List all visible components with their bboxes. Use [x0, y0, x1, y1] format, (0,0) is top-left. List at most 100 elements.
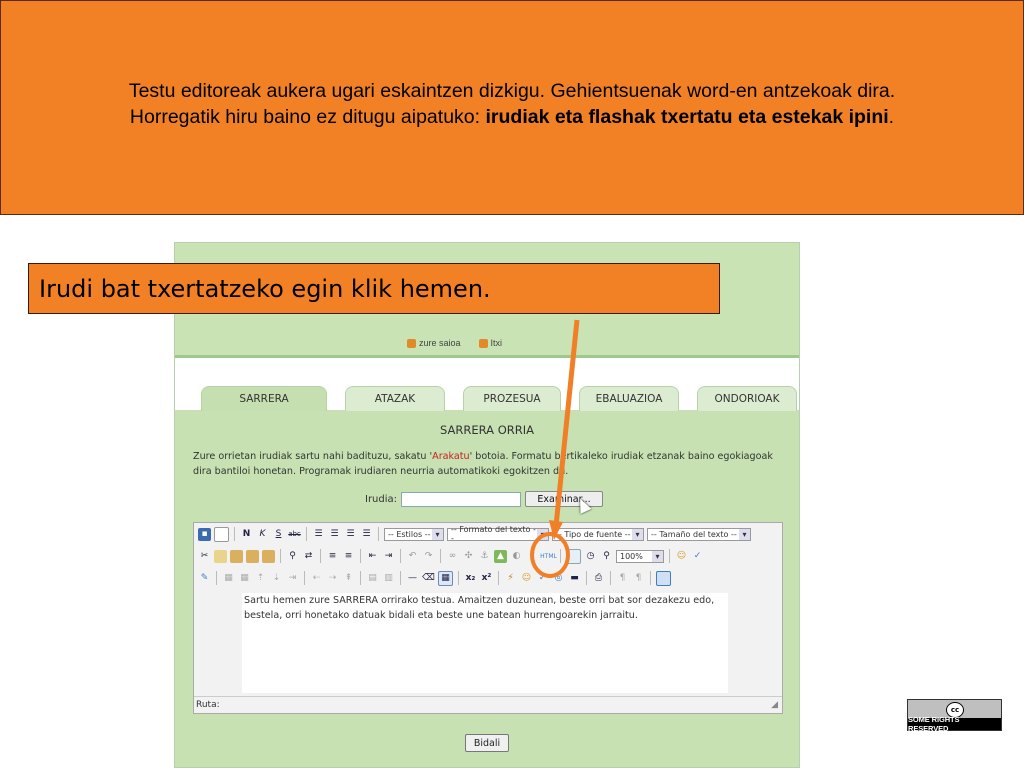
paste-icon[interactable] — [230, 549, 243, 563]
resize-grip-icon[interactable]: ◢ — [771, 700, 778, 710]
ltr-icon[interactable]: ¶ — [616, 572, 629, 585]
row-before-icon[interactable]: ⇡ — [254, 572, 267, 585]
col-after-icon[interactable]: ⇢ — [326, 572, 339, 585]
media-icon[interactable]: ◎ — [552, 572, 565, 585]
underline-icon[interactable]: S — [272, 528, 285, 541]
visual-aid-icon[interactable]: ▦ — [438, 570, 453, 586]
irudia-label: Irudia: — [365, 493, 398, 505]
toolbar-separator — [498, 571, 499, 585]
table-icon[interactable]: ▦ — [222, 572, 235, 585]
split-cells-icon[interactable]: ▤ — [366, 572, 379, 585]
fullscreen-icon[interactable] — [656, 570, 671, 586]
outdent-icon[interactable]: ⇤ — [366, 550, 379, 563]
align-justify-icon[interactable]: ☰ — [360, 528, 373, 541]
superscript-icon[interactable]: x² — [480, 572, 493, 585]
panel-title: SARRERA ORRIA — [440, 423, 534, 437]
help-icon[interactable]: ? — [526, 550, 539, 563]
html-source-icon[interactable]: HTML — [540, 550, 557, 563]
indent-icon[interactable]: ⇥ — [382, 550, 395, 563]
save-icon[interactable]: ▪ — [198, 527, 211, 541]
edit-css-icon[interactable]: ✎ — [198, 572, 211, 585]
paste-text-icon[interactable] — [246, 549, 259, 563]
align-center-icon[interactable]: ☰ — [328, 528, 341, 541]
delete-col-icon[interactable]: ⇞ — [342, 572, 355, 585]
tab-prozesua[interactable]: PROZESUA — [463, 386, 561, 411]
redo-icon[interactable]: ↷ — [422, 550, 435, 563]
app-screenshot: zure saioa Itxi SARRERA ATAZAK PROZESUA … — [174, 242, 800, 768]
toolbar-separator — [378, 527, 379, 541]
toolbar-row-2: ✂ ⚲ ⇄ ≡ ≡ ⇤ ⇥ ↶ ↷ ∞ ✣ ⚓ ▲ ◐ ? HTML ◷ ⚲ 1… — [194, 546, 782, 566]
tab-ondorioak[interactable]: ONDORIOAK — [697, 386, 797, 411]
link-icon[interactable]: ∞ — [446, 550, 459, 563]
editor-content-area[interactable]: Sartu hemen zure SARRERA orrirako testua… — [242, 593, 728, 693]
toolbar-separator — [400, 571, 401, 585]
replace-icon[interactable]: ⇄ — [302, 550, 315, 563]
align-left-icon[interactable]: ☰ — [312, 528, 325, 541]
align-right-icon[interactable]: ☰ — [344, 528, 357, 541]
tab-sarrera[interactable]: SARRERA — [201, 386, 327, 411]
top-link-exit[interactable]: Itxi — [478, 338, 502, 348]
font-select[interactable]: -- Tipo de fuente -- — [552, 527, 644, 541]
table-props-icon[interactable]: ▦ — [238, 572, 251, 585]
strikethrough-icon[interactable]: abc — [288, 528, 301, 541]
banner-line-2-prefix: Horregatik hiru baino ez ditugu aipatuko… — [129, 105, 486, 128]
styles-select[interactable]: -- Estilos -- — [384, 527, 444, 541]
delete-row-icon[interactable]: ⇥ — [286, 572, 299, 585]
col-before-icon[interactable]: ⇠ — [310, 572, 323, 585]
banner-line-2-bold: irudiak eta flashak txertatu eta estekak… — [485, 105, 889, 128]
format-select[interactable]: -- Formato del texto -- — [447, 525, 549, 543]
toolbar-separator — [320, 549, 321, 563]
toolbar-separator — [400, 549, 401, 563]
toolbar-separator — [650, 571, 651, 585]
insert-flash-icon[interactable]: ⚡ — [504, 572, 517, 585]
numbered-list-icon[interactable]: ≡ — [342, 550, 355, 563]
preview-icon[interactable] — [566, 548, 581, 564]
cleanup-icon[interactable]: ◐ — [510, 550, 523, 563]
rtl-icon[interactable]: ¶ — [632, 572, 645, 585]
subscript-icon[interactable]: x₂ — [464, 572, 477, 585]
irudia-file-input[interactable] — [401, 491, 522, 507]
smiley-icon[interactable]: ☺ — [520, 572, 533, 585]
print-icon[interactable]: ⎙ — [592, 572, 605, 585]
row-after-icon[interactable]: ⇣ — [270, 572, 283, 585]
toolbar-separator — [610, 571, 611, 585]
creative-commons-badge[interactable]: cc SOME RIGHTS RESERVED — [907, 699, 1002, 733]
anchor-icon[interactable]: ⚓ — [478, 550, 491, 563]
toolbar-row-3: ✎ ▦ ▦ ⇡ ⇣ ⇥ ⇠ ⇢ ⇞ ▤ ▥ — ⌫ ▦ x₂ x² ⚡ ☺ ✓ … — [194, 568, 782, 588]
top-link-session[interactable]: zure saioa — [407, 338, 461, 348]
tab-atazak[interactable]: ATAZAK — [345, 386, 445, 411]
copy-icon[interactable] — [214, 549, 227, 563]
new-document-icon[interactable] — [214, 526, 229, 542]
zoom-select[interactable]: 100% — [616, 549, 664, 563]
tab-ebaluazioa[interactable]: EBALUAZIOA — [579, 386, 679, 411]
paste-word-icon[interactable] — [262, 549, 275, 563]
app-top-links: zure saioa Itxi — [407, 338, 502, 348]
banner-text: Testu editoreak aukera ugari eskaintzen … — [129, 78, 895, 130]
size-select[interactable]: -- Tamaño del texto -- — [647, 527, 751, 541]
bullet-list-icon[interactable]: ≡ — [326, 550, 339, 563]
time-icon[interactable]: ◷ — [584, 550, 597, 563]
toolbar-separator — [560, 549, 561, 563]
find-icon[interactable]: ⚲ — [286, 550, 299, 563]
toolbar-separator — [360, 549, 361, 563]
browse-button[interactable]: Examinar... — [525, 491, 604, 507]
cut-icon[interactable]: ✂ — [198, 550, 211, 563]
char-map-icon[interactable]: ▬ — [568, 572, 581, 585]
remove-format-icon[interactable]: ⌫ — [422, 572, 435, 585]
emotion-icon[interactable]: ☺ — [675, 550, 688, 563]
spell-icon[interactable]: ✓ — [536, 572, 549, 585]
rich-text-editor: ▪ N K S abc ☰ ☰ ☰ ☰ -- Estilos -- -- For… — [193, 522, 783, 714]
unlink-icon[interactable]: ✣ — [462, 550, 475, 563]
zoom-icon[interactable]: ⚲ — [600, 550, 613, 563]
toolbar-separator — [669, 549, 670, 563]
undo-icon[interactable]: ↶ — [406, 550, 419, 563]
cc-license-text: SOME RIGHTS RESERVED — [908, 715, 1001, 733]
italic-icon[interactable]: K — [256, 528, 269, 541]
send-button[interactable]: Bidali — [465, 734, 509, 752]
spellcheck-icon[interactable]: ✓ — [691, 550, 704, 563]
toolbar-separator — [440, 549, 441, 563]
horizontal-rule-icon[interactable]: — — [406, 572, 419, 585]
bold-icon[interactable]: N — [240, 528, 253, 541]
insert-image-icon[interactable]: ▲ — [494, 549, 507, 563]
merge-cells-icon[interactable]: ▥ — [382, 572, 395, 585]
